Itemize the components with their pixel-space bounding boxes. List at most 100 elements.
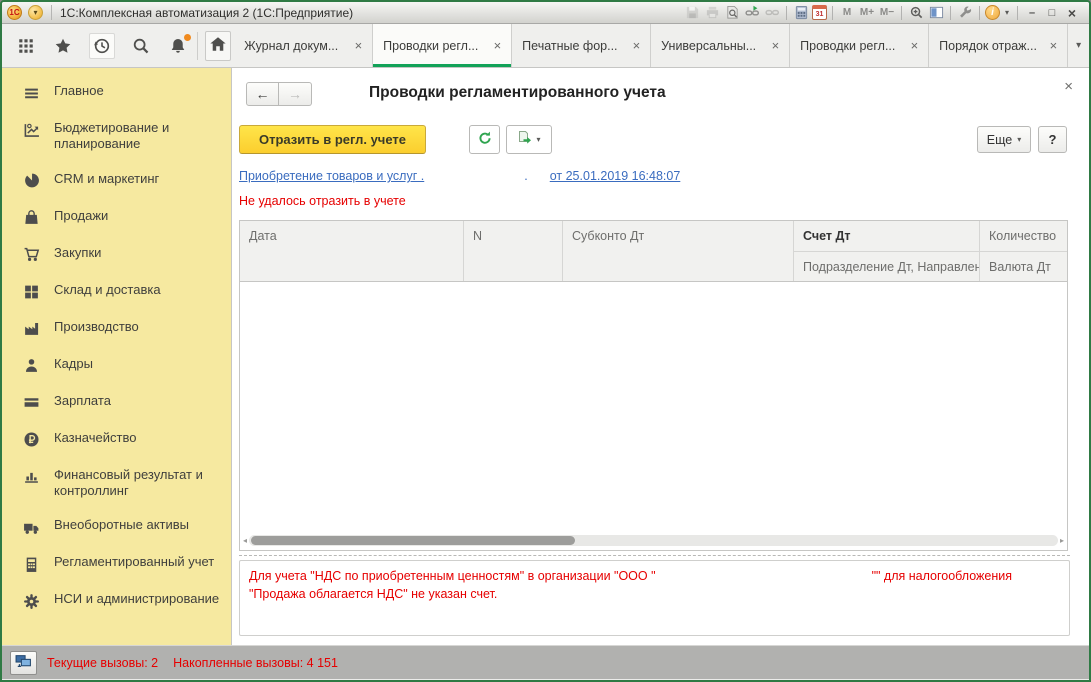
error-message-line2: "Продажа облагается НДС" не указан счет. (249, 585, 1060, 603)
settings-wrench-icon[interactable] (956, 4, 974, 22)
separator (979, 6, 980, 20)
sidebar-item-admin[interactable]: НСИ и администрирование (2, 582, 231, 619)
sidebar-item-salary[interactable]: Зарплата (2, 384, 231, 421)
sidebar-item-regaccounting[interactable]: Регламентированный учет (2, 545, 231, 582)
more-button[interactable]: Еще ▾ (977, 126, 1031, 153)
reflect-in-accounting-button[interactable]: Отразить в регл. учете (239, 125, 426, 154)
tab-provodki-regl-2[interactable]: Проводки регл... × (790, 24, 929, 67)
tab-label: Проводки регл... (800, 39, 902, 53)
column-header-schet-dt[interactable]: Счет Дт (794, 221, 980, 251)
form-close-icon[interactable]: × (1064, 78, 1073, 95)
document-date-link[interactable]: от 25.01.2019 16:48:07 (550, 169, 681, 183)
refresh-icon (477, 130, 493, 149)
memory-minus-icon[interactable]: M− (878, 4, 896, 22)
column-header-n[interactable]: N (464, 221, 563, 281)
sidebar-item-main[interactable]: Главное (2, 74, 231, 111)
sidebar-item-treasury[interactable]: Казначейство (2, 421, 231, 458)
apps-grid-icon[interactable] (15, 35, 37, 57)
postings-table[interactable]: Дата N Счет Дт Субконто Дт Количество По… (239, 220, 1068, 551)
close-icon[interactable]: × (1063, 4, 1081, 22)
tab-overflow-button[interactable]: ▾ (1068, 24, 1089, 67)
home-button[interactable] (205, 31, 231, 61)
sidebar-item-label: Зарплата (54, 393, 111, 409)
budget-icon (21, 121, 41, 139)
column-header-subkonto-dt[interactable]: Субконто Дт (563, 221, 794, 281)
sidebar-item-label: Кадры (54, 356, 93, 372)
post-document-button[interactable]: ▾ (506, 125, 552, 154)
tab-provodki-regl-active[interactable]: Проводки регл... × (373, 24, 512, 67)
memory-icon[interactable]: M (838, 4, 856, 22)
column-header-valyuta-dt[interactable]: Валюта Дт (980, 251, 1067, 281)
info-dropdown-icon[interactable]: ▾ (1002, 4, 1012, 22)
admin-icon (21, 592, 41, 610)
horizontal-scrollbar[interactable]: ◂ ▸ (243, 534, 1064, 547)
finresult-icon (21, 468, 41, 486)
panel-splitter[interactable] (239, 555, 1070, 556)
split-view-icon[interactable] (927, 4, 945, 22)
tab-close-icon[interactable]: × (1050, 39, 1058, 52)
refresh-button[interactable] (469, 125, 500, 154)
sidebar-item-warehouse[interactable]: Склад и доставка (2, 273, 231, 310)
get-link-icon[interactable] (743, 4, 761, 22)
document-link[interactable]: Приобретение товаров и услуг . (239, 169, 424, 183)
go-link-icon[interactable] (763, 4, 781, 22)
tab-close-icon[interactable]: × (772, 39, 780, 52)
maximize-icon[interactable]: □ (1043, 4, 1061, 22)
notifications-bell-icon[interactable] (167, 35, 189, 57)
sidebar-item-budgeting[interactable]: Бюджетирование и планирование (2, 111, 231, 162)
sales-icon (21, 209, 41, 227)
memory-plus-icon[interactable]: M+ (858, 4, 876, 22)
performance-indicator-button[interactable] (10, 651, 37, 675)
search-icon[interactable] (130, 35, 152, 57)
print-icon[interactable] (703, 4, 721, 22)
tab-close-icon[interactable]: × (911, 39, 919, 52)
tab-journal-documents[interactable]: Журнал докум... × (234, 24, 373, 67)
sidebar-item-label: Производство (54, 319, 139, 335)
monitor-icon (15, 653, 32, 673)
scrollbar-thumb[interactable] (251, 536, 575, 545)
sidebar-item-label: Склад и доставка (54, 282, 161, 298)
tab-close-icon[interactable]: × (355, 39, 363, 52)
sidebar-item-assets[interactable]: Внеоборотные активы (2, 508, 231, 545)
column-header-date[interactable]: Дата (240, 221, 464, 281)
sidebar-item-crm[interactable]: CRM и маркетинг (2, 162, 231, 199)
tab-strip: Журнал докум... × Проводки регл... × Печ… (234, 24, 1068, 67)
sidebar-item-purchases[interactable]: Закупки (2, 236, 231, 273)
sidebar-item-label: Бюджетирование и планирование (54, 120, 222, 153)
sidebar-item-sales[interactable]: Продажи (2, 199, 231, 236)
separator (1017, 6, 1018, 20)
tab-print-forms[interactable]: Печатные фор... × (512, 24, 651, 67)
calendar-icon[interactable]: 31 (812, 5, 827, 20)
save-icon[interactable] (683, 4, 701, 22)
minimize-icon[interactable]: – (1023, 4, 1041, 22)
tab-universal[interactable]: Универсальны... × (651, 24, 790, 67)
error-message-line1-left: Для учета "НДС по приобретенным ценностя… (249, 567, 656, 585)
help-button[interactable]: ? (1038, 126, 1067, 153)
main-menu-button[interactable]: ▾ (28, 5, 43, 20)
scrollbar-track[interactable] (249, 535, 1058, 546)
tab-label: Журнал докум... (244, 39, 346, 53)
chevron-down-icon: ▾ (536, 135, 540, 144)
forward-arrow-icon: → (288, 86, 302, 102)
favorites-star-icon[interactable] (52, 35, 74, 57)
zoom-icon[interactable] (907, 4, 925, 22)
tab-poryadok-otrazh[interactable]: Порядок отраж... × (929, 24, 1068, 67)
column-header-kolichestvo[interactable]: Количество (980, 221, 1067, 251)
error-message-line1-right: "" для налогообложения (872, 567, 1012, 585)
sidebar-item-hr[interactable]: Кадры (2, 347, 231, 384)
history-icon[interactable] (89, 33, 115, 59)
tab-close-icon[interactable]: × (633, 39, 641, 52)
notification-badge (184, 34, 191, 41)
back-button[interactable]: ← (246, 82, 279, 106)
forward-button[interactable]: → (279, 82, 312, 106)
print-preview-icon[interactable] (723, 4, 741, 22)
info-icon[interactable]: i (985, 5, 1000, 20)
calculator-icon[interactable] (792, 4, 810, 22)
crm-icon (21, 172, 41, 190)
scroll-left-icon[interactable]: ◂ (243, 537, 247, 545)
column-header-podrazdelenie-dt[interactable]: Подразделение Дт, Направление Дт (794, 251, 980, 281)
sidebar-item-production[interactable]: Производство (2, 310, 231, 347)
scroll-right-icon[interactable]: ▸ (1060, 537, 1064, 545)
tab-close-icon[interactable]: × (494, 39, 502, 52)
sidebar-item-finresult[interactable]: Финансовый результат и контроллинг (2, 458, 231, 509)
